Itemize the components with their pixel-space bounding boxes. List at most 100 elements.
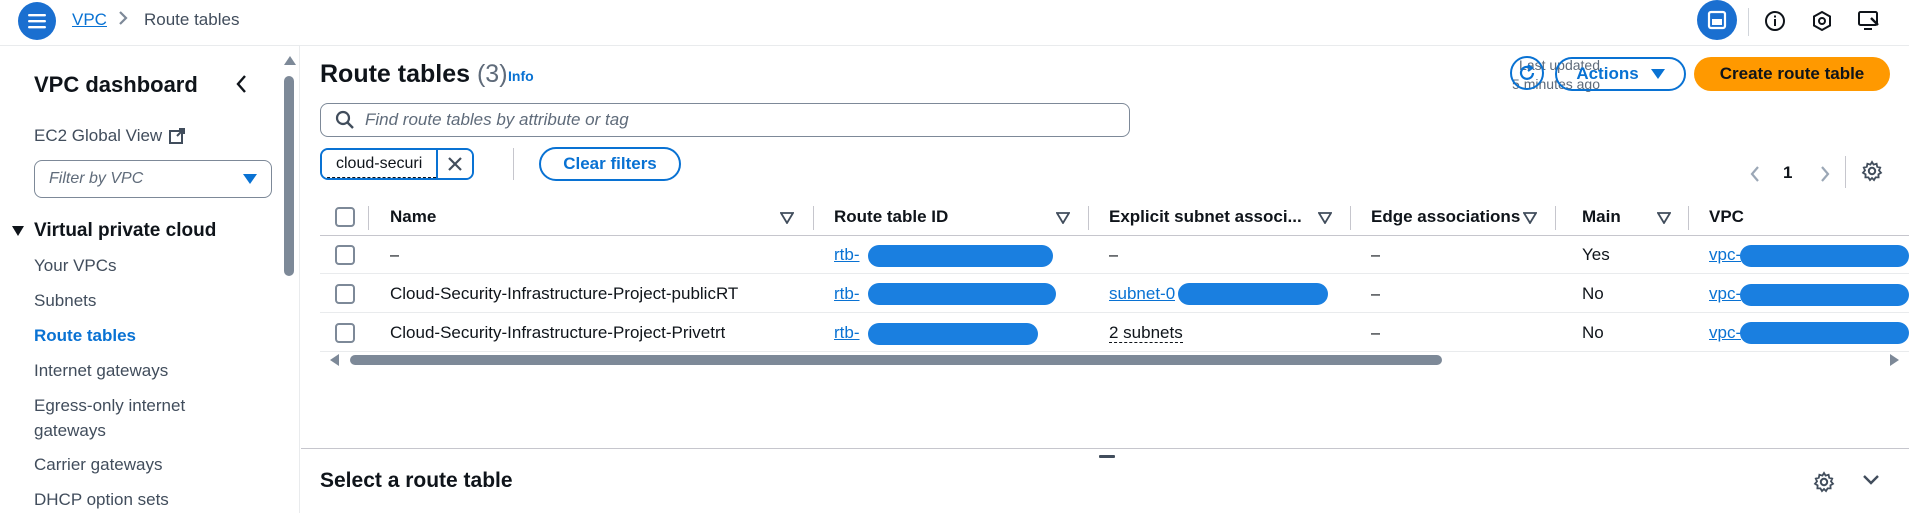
settings-icon bbox=[1813, 471, 1835, 493]
feedback-button[interactable] bbox=[1852, 4, 1886, 38]
panel-toggle-button[interactable] bbox=[1697, 0, 1737, 40]
actions-button[interactable]: Actions bbox=[1555, 57, 1686, 91]
column-header-name[interactable]: Name bbox=[390, 207, 436, 227]
vpc-filter-placeholder: Filter by VPC bbox=[49, 170, 144, 187]
sidebar-item-egress-only-gateways[interactable]: Egress-only internet gateways bbox=[34, 393, 214, 443]
sort-caret-icon[interactable] bbox=[780, 212, 794, 224]
sidebar-item-subnets[interactable]: Subnets bbox=[34, 288, 234, 313]
previous-page-button[interactable] bbox=[1748, 164, 1762, 189]
redaction-mark bbox=[1740, 284, 1909, 306]
sidebar-collapse-button[interactable] bbox=[232, 72, 252, 101]
filter-divider bbox=[513, 148, 514, 180]
sidebar-scroll-thumb[interactable] bbox=[284, 76, 294, 276]
redaction-mark bbox=[868, 245, 1053, 267]
cell-main: No bbox=[1582, 284, 1604, 303]
split-panel-settings-button[interactable] bbox=[1813, 471, 1835, 498]
sidebar-item-dhcp-option-sets[interactable]: DHCP option sets bbox=[34, 487, 234, 512]
chevron-down-icon bbox=[1863, 475, 1879, 485]
search-input[interactable]: Find route tables by attribute or tag bbox=[320, 103, 1130, 137]
sidebar-title: VPC dashboard bbox=[34, 72, 198, 97]
cell-vpc[interactable]: vpc- bbox=[1709, 245, 1741, 265]
create-route-table-button[interactable]: Create route table bbox=[1694, 57, 1890, 91]
notifications-button[interactable] bbox=[1805, 4, 1839, 38]
scroll-right-icon[interactable] bbox=[1890, 354, 1899, 366]
cell-explicit-subnet: – bbox=[1109, 245, 1119, 264]
select-all-checkbox[interactable] bbox=[335, 207, 355, 227]
vpc-filter-select[interactable]: Filter by VPC bbox=[34, 160, 272, 198]
column-divider bbox=[1350, 206, 1351, 230]
sidebar-scrollbar[interactable] bbox=[282, 46, 296, 513]
chevron-right-icon bbox=[116, 9, 130, 32]
redaction-mark bbox=[868, 323, 1038, 345]
redaction-mark bbox=[1740, 245, 1909, 267]
table-row[interactable]: Cloud-Security-Infrastructure-Project-pu… bbox=[320, 275, 1909, 313]
row-checkbox[interactable] bbox=[335, 284, 355, 304]
details-title: Select a route table bbox=[320, 469, 513, 492]
sidebar-section-vpc[interactable]: Virtual private cloud bbox=[12, 220, 216, 242]
cell-name: Cloud-Security-Infrastructure-Project-Pr… bbox=[390, 323, 726, 342]
table-row[interactable]: Cloud-Security-Infrastructure-Project-Pr… bbox=[320, 314, 1909, 352]
column-header-explicit-subnet[interactable]: Explicit subnet associ... bbox=[1109, 207, 1302, 227]
refresh-button[interactable] bbox=[1510, 56, 1544, 90]
cell-route-table-id[interactable]: rtb- bbox=[834, 245, 860, 265]
breadcrumb-vpc[interactable]: VPC bbox=[72, 10, 107, 30]
cell-vpc[interactable]: vpc- bbox=[1709, 284, 1741, 304]
remove-filter-button[interactable] bbox=[436, 150, 473, 178]
sort-caret-icon[interactable] bbox=[1318, 212, 1332, 224]
actions-label: Actions bbox=[1576, 64, 1639, 83]
cell-vpc[interactable]: vpc- bbox=[1709, 323, 1741, 343]
page-number[interactable]: 1 bbox=[1783, 163, 1792, 183]
info-link[interactable]: Info bbox=[508, 68, 534, 84]
column-header-edge-associations[interactable]: Edge associations bbox=[1371, 207, 1520, 227]
scroll-left-icon[interactable] bbox=[330, 354, 339, 366]
column-header-main[interactable]: Main bbox=[1582, 207, 1621, 227]
row-checkbox[interactable] bbox=[335, 323, 355, 343]
cell-edge-associations: – bbox=[1371, 245, 1381, 264]
sidebar-item-internet-gateways[interactable]: Internet gateways bbox=[34, 358, 234, 383]
sidebar-item-your-vpcs[interactable]: Your VPCs bbox=[34, 253, 234, 278]
sort-caret-icon[interactable] bbox=[1657, 212, 1671, 224]
sidebar-item-carrier-gateways[interactable]: Carrier gateways bbox=[34, 452, 234, 477]
settings-icon bbox=[1861, 160, 1883, 182]
column-header-route-table-id[interactable]: Route table ID bbox=[834, 207, 948, 227]
cell-route-table-id[interactable]: rtb- bbox=[834, 284, 860, 304]
cell-edge-associations: – bbox=[1371, 284, 1381, 303]
scroll-up-icon[interactable] bbox=[284, 56, 296, 65]
resize-handle[interactable] bbox=[1099, 455, 1115, 458]
cell-explicit-subnet[interactable]: subnet-0 bbox=[1109, 284, 1175, 304]
split-panel-collapse-button[interactable] bbox=[1861, 473, 1881, 492]
refresh-icon bbox=[1519, 64, 1535, 80]
filter-token-label[interactable]: cloud-securi bbox=[322, 150, 437, 178]
row-checkbox[interactable] bbox=[335, 245, 355, 265]
search-icon bbox=[335, 110, 354, 129]
cell-route-table-id[interactable]: rtb- bbox=[834, 323, 860, 343]
clear-filters-button[interactable]: Clear filters bbox=[539, 147, 681, 181]
sidebar-item-label: EC2 Global View bbox=[34, 126, 163, 145]
next-page-button[interactable] bbox=[1818, 164, 1832, 189]
toolbar-divider bbox=[1748, 8, 1749, 36]
cell-main: Yes bbox=[1582, 245, 1610, 264]
sidebar-item-route-tables[interactable]: Route tables bbox=[34, 323, 234, 348]
redaction-mark bbox=[868, 283, 1056, 305]
chevron-left-icon bbox=[1750, 166, 1759, 182]
expand-caret-icon bbox=[12, 226, 24, 236]
main-content: Route tables (3) Info Last updated 5 min… bbox=[301, 46, 1909, 513]
table-settings-button[interactable] bbox=[1861, 160, 1883, 187]
menu-icon bbox=[28, 14, 46, 29]
sort-caret-icon[interactable] bbox=[1523, 212, 1537, 224]
chevron-left-icon bbox=[236, 75, 246, 93]
column-header-vpc[interactable]: VPC bbox=[1709, 207, 1744, 227]
table-header: Name Route table ID Explicit subnet asso… bbox=[320, 198, 1909, 236]
sort-caret-icon[interactable] bbox=[1056, 212, 1070, 224]
close-icon bbox=[448, 157, 463, 171]
info-button[interactable] bbox=[1758, 4, 1792, 38]
horizontal-scroll-thumb[interactable] bbox=[350, 355, 1442, 365]
table-horizontal-scrollbar[interactable] bbox=[320, 354, 1909, 366]
page-title: Route tables (3) bbox=[320, 60, 508, 89]
menu-button[interactable] bbox=[18, 2, 56, 40]
sidebar-item-ec2-global-view[interactable]: EC2 Global View bbox=[34, 126, 186, 146]
sidebar-section-label: Virtual private cloud bbox=[34, 220, 217, 241]
cell-explicit-subnet[interactable]: 2 subnets bbox=[1109, 323, 1183, 343]
caret-down-icon bbox=[243, 174, 257, 184]
table-row[interactable]: – rtb- – – Yes vpc- bbox=[320, 236, 1909, 274]
